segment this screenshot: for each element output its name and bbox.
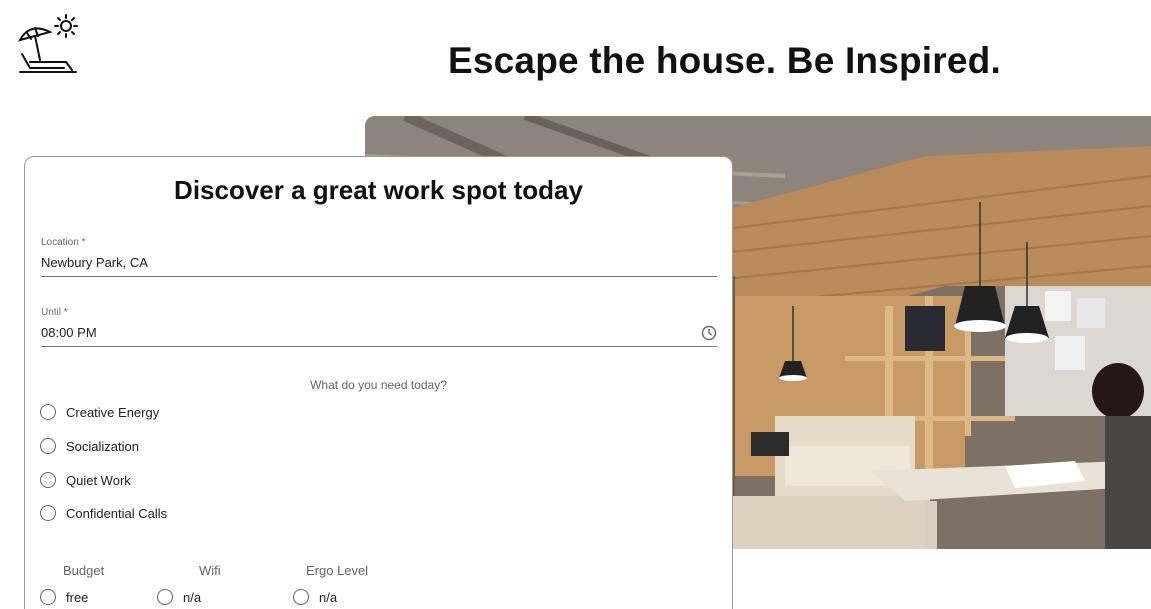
budget-option-label: free <box>66 589 89 605</box>
radio-button[interactable] <box>40 505 56 521</box>
ergo-level-label: Ergo Level <box>306 563 369 578</box>
form-title: Discover a great work spot today <box>174 175 583 205</box>
search-form-card: Discover a great work spot today Locatio… <box>24 156 733 609</box>
radio-button[interactable] <box>40 438 56 454</box>
need-option-label: Confidential Calls <box>66 505 168 521</box>
location-input[interactable]: Newbury Park, CA <box>41 251 717 277</box>
need-option-label: Creative Energy <box>66 404 160 420</box>
radio-button[interactable] <box>293 589 309 605</box>
until-value: 08:00 PM <box>41 325 97 340</box>
location-label: Location * <box>41 237 86 248</box>
until-time-input[interactable]: 08:00 PM <box>41 321 717 347</box>
need-option-confidential-calls[interactable]: Confidential Calls <box>40 504 167 522</box>
location-value: Newbury Park, CA <box>41 255 148 270</box>
radio-button[interactable] <box>40 589 56 605</box>
page-headline: Escape the house. Be Inspired. <box>448 40 1001 81</box>
beach-umbrella-logo-icon[interactable] <box>16 14 80 76</box>
ergo-level-option-na[interactable]: n/a <box>293 588 337 606</box>
need-option-label: Quiet Work <box>66 472 131 488</box>
radio-button[interactable] <box>40 404 56 420</box>
need-option-creative-energy[interactable]: Creative Energy <box>40 403 159 421</box>
need-option-socialization[interactable]: Socialization <box>40 437 139 455</box>
location-field[interactable]: Location * Newbury Park, CA <box>41 237 717 277</box>
until-label: Until * <box>41 307 68 318</box>
needs-question: What do you need today? <box>310 378 447 392</box>
need-option-label: Socialization <box>66 438 139 454</box>
until-field[interactable]: Until * 08:00 PM <box>41 307 717 347</box>
need-option-quiet-work[interactable]: Quiet Work <box>40 471 131 489</box>
radio-button[interactable] <box>157 589 173 605</box>
radio-button[interactable] <box>40 472 56 488</box>
clock-icon[interactable] <box>701 325 717 341</box>
ergo-level-option-label: n/a <box>319 589 338 605</box>
wifi-option-na[interactable]: n/a <box>157 588 201 606</box>
budget-option-free[interactable]: free <box>40 588 88 606</box>
wifi-label: Wifi <box>199 563 221 578</box>
budget-label: Budget <box>63 563 105 578</box>
wifi-option-label: n/a <box>183 589 202 605</box>
